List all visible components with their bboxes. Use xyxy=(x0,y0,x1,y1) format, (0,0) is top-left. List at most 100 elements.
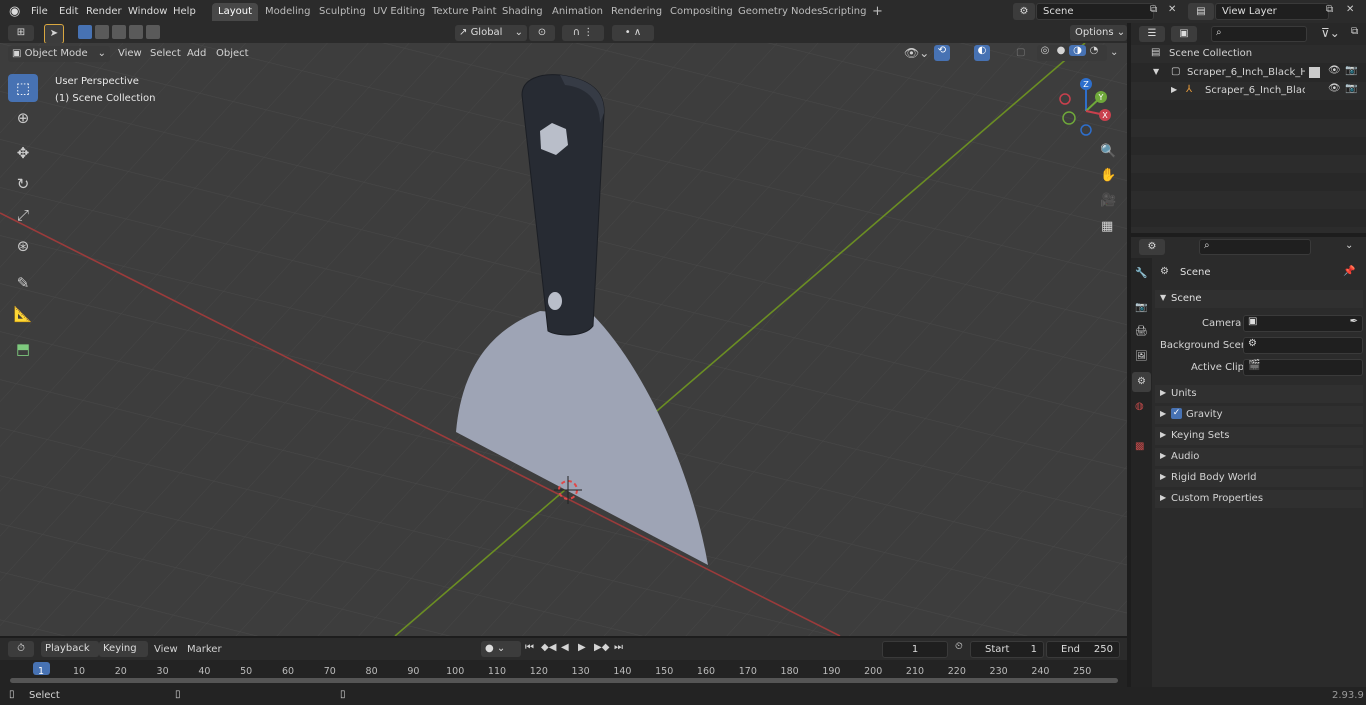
scene-tab-icon[interactable]: ⚙ xyxy=(1132,372,1151,392)
menu-edit[interactable]: Edit xyxy=(54,0,83,23)
material-shading-icon[interactable]: ◑ xyxy=(1069,45,1086,56)
add-workspace-button[interactable]: + xyxy=(866,3,889,21)
exclude-checkbox[interactable] xyxy=(1309,67,1320,78)
units-panel-header[interactable]: ▶ Units xyxy=(1155,385,1363,403)
timeline-scrollbar[interactable] xyxy=(10,678,1118,683)
outliner-editor-type-icon[interactable]: ☰ xyxy=(1139,26,1165,42)
outliner-row-scene-collection[interactable]: ▤ Scene Collection xyxy=(1131,45,1366,63)
xray-toggle-icon[interactable]: ▢ xyxy=(1016,47,1025,58)
menu-add[interactable]: Add xyxy=(187,48,206,59)
end-frame-field[interactable]: End 250 xyxy=(1046,641,1120,658)
gravity-checkbox[interactable]: ✓ xyxy=(1171,408,1182,419)
camera-icon[interactable]: 📷 xyxy=(1345,83,1357,94)
background-scene-field[interactable]: ⚙ xyxy=(1243,337,1363,354)
eyedropper-icon[interactable]: ✒ xyxy=(1350,316,1362,327)
tab-modeling[interactable]: Modeling xyxy=(259,3,317,21)
pivot-point-icon[interactable]: ⊙ xyxy=(529,25,555,41)
view-layer-tab-icon[interactable]: 🖼 xyxy=(1135,351,1148,362)
camera-icon[interactable]: 📷 xyxy=(1345,65,1357,76)
gizmo-toggle-icon[interactable]: ⟲ xyxy=(934,45,950,61)
jump-start-icon[interactable]: ⏮ xyxy=(525,642,534,653)
tab-uv-editing[interactable]: UV Editing xyxy=(367,3,431,21)
cursor-tool-icon[interactable]: ⊕ xyxy=(8,104,38,132)
camera-view-icon[interactable]: 🎥 xyxy=(1100,193,1116,208)
filter-icon[interactable]: ⊽⌄ xyxy=(1321,26,1340,40)
scene-selector-icon[interactable]: ⚙ xyxy=(1013,3,1035,20)
tab-geometry-nodes[interactable]: Geometry Nodes xyxy=(732,3,828,21)
properties-editor-type-icon[interactable]: ⚙ xyxy=(1139,239,1165,255)
chevron-down-icon[interactable]: ⌄ xyxy=(1345,240,1353,251)
rigid-body-world-panel-header[interactable]: ▶ Rigid Body World xyxy=(1155,469,1363,487)
annotate-tool-icon[interactable]: ✎ xyxy=(8,269,38,297)
zoom-icon[interactable]: 🔍 xyxy=(1100,144,1116,159)
move-tool-icon[interactable]: ✥ xyxy=(8,139,38,167)
eye-icon[interactable]: 👁 xyxy=(1328,65,1341,76)
new-collection-icon[interactable]: ⧉ xyxy=(1351,26,1358,37)
render-tab-icon[interactable]: 📷 xyxy=(1135,302,1147,313)
scene-name-field[interactable]: Scene xyxy=(1036,3,1154,20)
delete-view-layer-icon[interactable]: ✕ xyxy=(1346,4,1354,15)
snap-icon[interactable]: ∩ ⋮ xyxy=(562,25,604,41)
pan-hand-icon[interactable]: ✋ xyxy=(1100,168,1116,183)
prev-keyframe-icon[interactable]: ◆◀ xyxy=(541,642,556,653)
perspective-toggle-icon[interactable]: ▦ xyxy=(1101,219,1113,234)
overlays-toggle-icon[interactable]: ◐ xyxy=(974,45,990,61)
menu-render[interactable]: Render xyxy=(81,0,127,23)
mode-dropdown[interactable]: ▣ Object Mode ⌄ xyxy=(8,46,110,62)
transform-tool-icon[interactable]: ⊛ xyxy=(8,232,38,260)
editor-type-icon[interactable]: ⊞ xyxy=(8,25,34,41)
select-mode-invert-icon[interactable] xyxy=(129,25,143,39)
jump-end-icon[interactable]: ⏭ xyxy=(614,642,623,653)
wireframe-shading-icon[interactable]: ◎ xyxy=(1037,45,1053,56)
rendered-shading-icon[interactable]: ◔ xyxy=(1086,45,1102,56)
menu-help[interactable]: Help xyxy=(168,0,201,23)
preview-range-icon[interactable]: ⏲ xyxy=(955,641,963,652)
options-dropdown[interactable]: Options ⌄ xyxy=(1070,25,1127,41)
add-cube-tool-icon[interactable]: ⬒ xyxy=(8,335,38,363)
keying-sets-panel-header[interactable]: ▶ Keying Sets xyxy=(1155,427,1363,445)
menu-object[interactable]: Object xyxy=(216,48,249,59)
timeline-editor-type-icon[interactable]: ⏱ xyxy=(8,641,34,657)
menu-window[interactable]: Window xyxy=(123,0,172,23)
chevron-down-icon[interactable]: ⌄ xyxy=(1110,47,1118,58)
transform-orientation-dropdown[interactable]: ↗ Global ⌄ xyxy=(455,25,527,41)
keying-menu[interactable]: Keying ⌄ xyxy=(99,641,148,670)
view-layer-field[interactable]: View Layer xyxy=(1215,3,1329,20)
marker-menu[interactable]: Marker xyxy=(187,644,222,655)
play-icon[interactable]: ▶ xyxy=(578,642,586,653)
next-keyframe-icon[interactable]: ▶◆ xyxy=(594,642,609,653)
outliner-row-object[interactable]: ▼ ▢ Scraper_6_Inch_Black_Handle 👁 📷 xyxy=(1131,64,1366,82)
measure-tool-icon[interactable]: 📐 xyxy=(8,300,38,328)
outliner-row-mesh[interactable]: ▶ ⅄ Scraper_6_Inch_Black_Ha 👁 📷 xyxy=(1131,82,1366,100)
current-frame-field[interactable]: 1 xyxy=(882,641,948,658)
pin-icon[interactable]: 📌 xyxy=(1343,266,1355,277)
new-scene-icon[interactable]: ⧉ xyxy=(1150,4,1164,18)
play-reverse-icon[interactable]: ◀ xyxy=(561,642,569,653)
view-layer-selector-icon[interactable]: ▤ xyxy=(1188,3,1214,20)
gravity-panel-header[interactable]: ▶ ✓ Gravity xyxy=(1155,406,1363,424)
audio-panel-header[interactable]: ▶ Audio xyxy=(1155,448,1363,466)
3d-viewport[interactable]: Z Y X ▣ Object Mode ⌄ View Select Add Obj… xyxy=(0,43,1127,636)
outliner-search-input[interactable]: ⌕ xyxy=(1211,26,1307,42)
select-mode-subtract-icon[interactable] xyxy=(112,25,126,39)
tab-animation[interactable]: Animation xyxy=(546,3,609,21)
tab-shading[interactable]: Shading xyxy=(496,3,549,21)
solid-shading-icon[interactable]: ● xyxy=(1053,45,1069,56)
select-mode-new-icon[interactable] xyxy=(78,25,92,39)
tab-scripting[interactable]: Scripting xyxy=(816,3,872,21)
blender-logo-icon[interactable]: ◉ xyxy=(4,0,25,23)
active-clip-field[interactable]: 🎬 xyxy=(1243,359,1363,376)
menu-view[interactable]: View xyxy=(118,48,142,59)
select-tool-icon[interactable]: ➤ xyxy=(44,24,64,44)
tab-sculpting[interactable]: Sculpting xyxy=(313,3,372,21)
proportional-edit-icon[interactable]: • ∧ xyxy=(612,25,654,41)
tab-layout[interactable]: Layout xyxy=(212,3,258,21)
visibility-icon[interactable]: 👁⌄ xyxy=(904,46,929,60)
menu-file[interactable]: File xyxy=(26,0,53,23)
tab-texture-paint[interactable]: Texture Paint xyxy=(426,3,503,21)
tab-rendering[interactable]: Rendering xyxy=(605,3,668,21)
start-frame-field[interactable]: Start 1 xyxy=(970,641,1044,658)
select-mode-intersect-icon[interactable] xyxy=(146,25,160,39)
expand-arrow-icon[interactable]: ▶ xyxy=(1171,85,1177,94)
scene-panel-header[interactable]: ▼ Scene xyxy=(1155,290,1363,308)
